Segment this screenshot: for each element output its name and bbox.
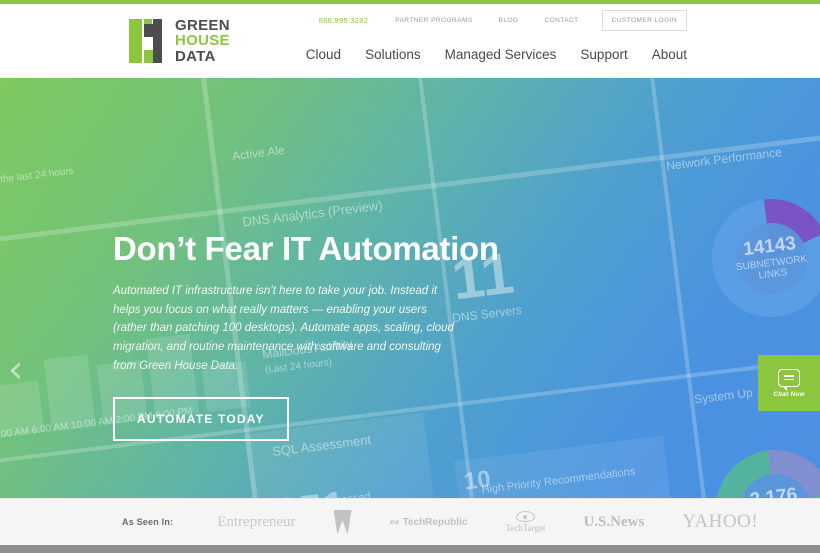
hero-subtitle: Automated IT infrastructure isn’t here t… [113, 285, 454, 372]
page-bottom-strip [0, 545, 820, 553]
utility-nav: 866.995.3282 PARTNER PROGRAMS BLOG CONTA… [319, 10, 687, 31]
site-logo[interactable]: GREEN HOUSE DATA [129, 18, 230, 64]
logo-line-house: HOUSE [175, 32, 230, 50]
background-donut-chart-1: 2,176COMPUTERSASSESSED [709, 443, 820, 498]
techrepublic-logo: ∾ TechRepublic [390, 515, 468, 529]
techrepublic-logo-text: TechRepublic [402, 516, 468, 528]
donut-center-1: 2,176COMPUTERSASSESSED [735, 469, 815, 498]
logo-line-data: DATA [175, 47, 216, 65]
chat-now-widget[interactable]: Chat Now [758, 355, 820, 411]
nav-item-support[interactable]: Support [580, 47, 627, 62]
hero-copy: Don’t Fear IT Automation Automated IT in… [113, 230, 593, 442]
nav-item-solutions[interactable]: Solutions [365, 47, 421, 62]
chat-bubble-icon [778, 368, 800, 391]
chat-now-label: Chat Now [773, 390, 805, 398]
techrepublic-wave-icon: ∾ [389, 515, 400, 529]
usnews-logo: U.S.News [583, 513, 645, 530]
background-label-13: System Up [693, 385, 754, 407]
techtarget-eye-icon [515, 511, 535, 522]
hero-title: Don’t Fear IT Automation [113, 230, 499, 267]
background-number-2: 10 [462, 465, 493, 496]
nav-item-about[interactable]: About [652, 47, 687, 62]
techtarget-logo: TechTarget [505, 511, 545, 533]
donut-value-1: 2,176 [748, 483, 799, 498]
donut-label-b-0: LINKS [757, 267, 789, 282]
utility-nav-item-contact[interactable]: CONTACT [531, 17, 591, 24]
marketwatch-logo-icon [333, 510, 352, 534]
logo-line-green: GREEN [175, 17, 230, 34]
entrepreneur-logo: Entrepreneur [217, 513, 296, 530]
carousel-prev-icon[interactable]: ‹ [8, 350, 23, 388]
nav-item-managed-services[interactable]: Managed Services [445, 47, 557, 62]
background-label-1: Active Ale [231, 142, 286, 164]
site-header: GREEN HOUSE DATA 866.995.3282 PARTNER PR… [0, 4, 820, 78]
main-nav: Cloud Solutions Managed Services Support… [306, 47, 687, 62]
utility-nav-item-blog[interactable]: BLOG [486, 17, 532, 24]
utility-nav-item-partner-programs[interactable]: PARTNER PROGRAMS [382, 17, 485, 24]
background-donut-chart-0: 14143 SUBNETWORK LINKS [705, 192, 820, 324]
yahoo-logo: YAHOO! [682, 511, 759, 532]
logo-wordmark: GREEN HOUSE DATA [175, 18, 230, 64]
green-house-data-logo-icon [129, 18, 167, 63]
donut-center-0: 14143 SUBNETWORK LINKS [731, 218, 811, 298]
phone-number-link[interactable]: 866.995.3282 [319, 16, 382, 25]
as-seen-in-logos: Entrepreneur ∾ TechRepublic TechTarget U… [217, 510, 758, 534]
automate-today-button[interactable]: AUTOMATE TODAY [113, 397, 289, 442]
background-label-0: the last 24 hours [0, 165, 75, 186]
hero-banner: 14143SUBNETWORKLINKS 2,176COMPUTERSASSESS… [0, 78, 820, 498]
customer-login-button[interactable]: CUSTOMER LOGIN [601, 10, 687, 31]
as-seen-in-bar: As Seen In: Entrepreneur ∾ TechRepublic … [0, 498, 820, 545]
techtarget-logo-text: TechTarget [505, 523, 546, 533]
as-seen-in-label: As Seen In: [122, 517, 174, 527]
nav-item-cloud[interactable]: Cloud [306, 47, 341, 62]
